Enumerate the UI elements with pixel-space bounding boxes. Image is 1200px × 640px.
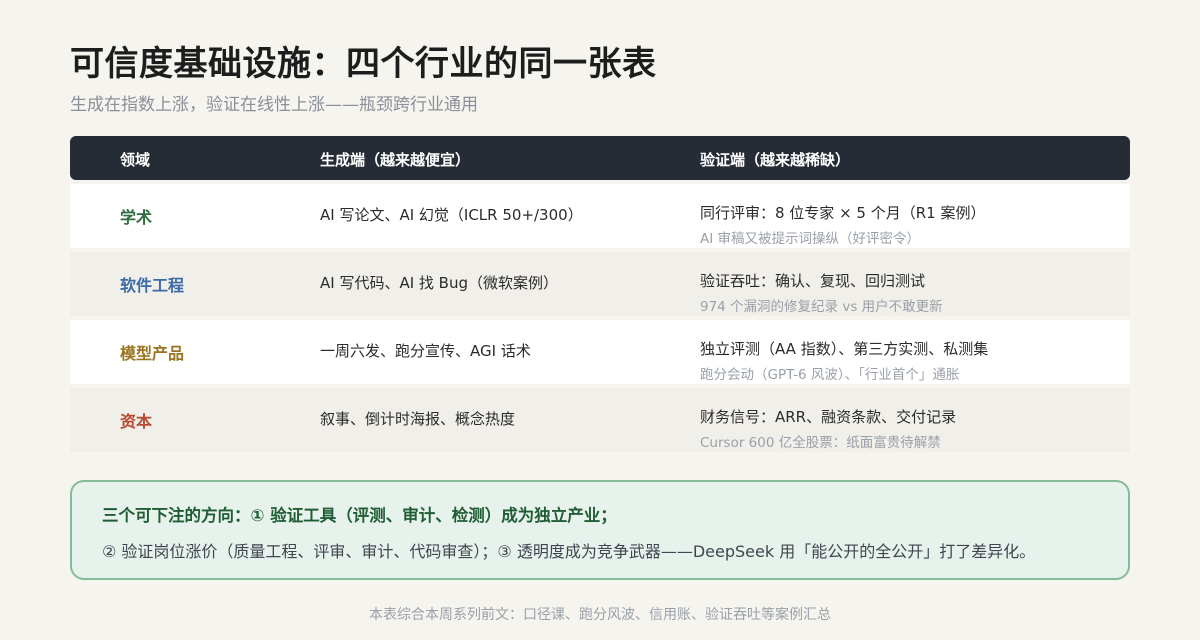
row-verification-note: Cursor 600 亿全股票：纸面富贵待解禁 [700, 435, 941, 451]
row-verification: 财务信号：ARR、融资条款、交付记录 [700, 408, 957, 426]
page-subtitle: 生成在指数上涨，验证在线性上涨——瓶颈跨行业通用 [70, 95, 478, 115]
row-domain: 学术 [120, 208, 153, 227]
row-generation: AI 写代码、AI 找 Bug（微软案例） [320, 274, 558, 292]
comparison-table: 领域 生成端（越来越便宜） 验证端（越来越稀缺） 学术 AI 写论文、AI 幻觉… [70, 136, 1130, 452]
header-domain: 领域 [120, 151, 151, 169]
row-domain: 模型产品 [120, 344, 185, 363]
row-verification: 验证吞吐：确认、复现、回归测试 [700, 272, 926, 290]
table-row: 模型产品 一周六发、跑分宣传、AGI 话术 独立评测（AA 指数）、第三方实测、… [70, 320, 1130, 384]
callout-detail: ② 验证岗位涨价（质量工程、评审、审计、代码审查）；③ 透明度成为竞争武器——D… [102, 542, 1036, 561]
header-generation: 生成端（越来越便宜） [320, 151, 471, 169]
footer-note: 本表综合本周系列前文：口径课、跑分风波、信用账、验证吞吐等案例汇总 [369, 607, 831, 623]
callout-headline: 三个可下注的方向：① 验证工具（评测、审计、检测）成为独立产业； [102, 506, 617, 525]
table-row: 软件工程 AI 写代码、AI 找 Bug（微软案例） 验证吞吐：确认、复现、回归… [70, 252, 1130, 316]
row-verification: 同行评审：8 位专家 × 5 个月（R1 案例） [700, 204, 986, 222]
table-row: 资本 叙事、倒计时海报、概念热度 财务信号：ARR、融资条款、交付记录 Curs… [70, 388, 1130, 452]
takeaway-callout: 三个可下注的方向：① 验证工具（评测、审计、检测）成为独立产业； ② 验证岗位涨… [70, 480, 1130, 580]
row-generation: 叙事、倒计时海报、概念热度 [320, 410, 516, 428]
row-verification: 独立评测（AA 指数）、第三方实测、私测集 [700, 340, 989, 358]
table-row: 学术 AI 写论文、AI 幻觉（ICLR 50+/300） 同行评审：8 位专家… [70, 184, 1130, 248]
page-title: 可信度基础设施：四个行业的同一张表 [70, 44, 657, 84]
row-verification-note: 跑分会动（GPT-6 风波）、「行业首个」通胀 [700, 367, 960, 383]
row-domain: 软件工程 [120, 276, 185, 295]
row-generation: AI 写论文、AI 幻觉（ICLR 50+/300） [320, 206, 583, 224]
row-domain: 资本 [120, 412, 153, 431]
header-verification: 验证端（越来越稀缺） [700, 151, 851, 169]
row-generation: 一周六发、跑分宣传、AGI 话术 [320, 342, 531, 360]
row-verification-note: AI 审稿又被提示词操纵（好评密令） [700, 231, 921, 247]
table-header: 领域 生成端（越来越便宜） 验证端（越来越稀缺） [70, 136, 1130, 180]
row-verification-note: 974 个漏洞的修复纪录 vs 用户不敢更新 [700, 299, 943, 315]
